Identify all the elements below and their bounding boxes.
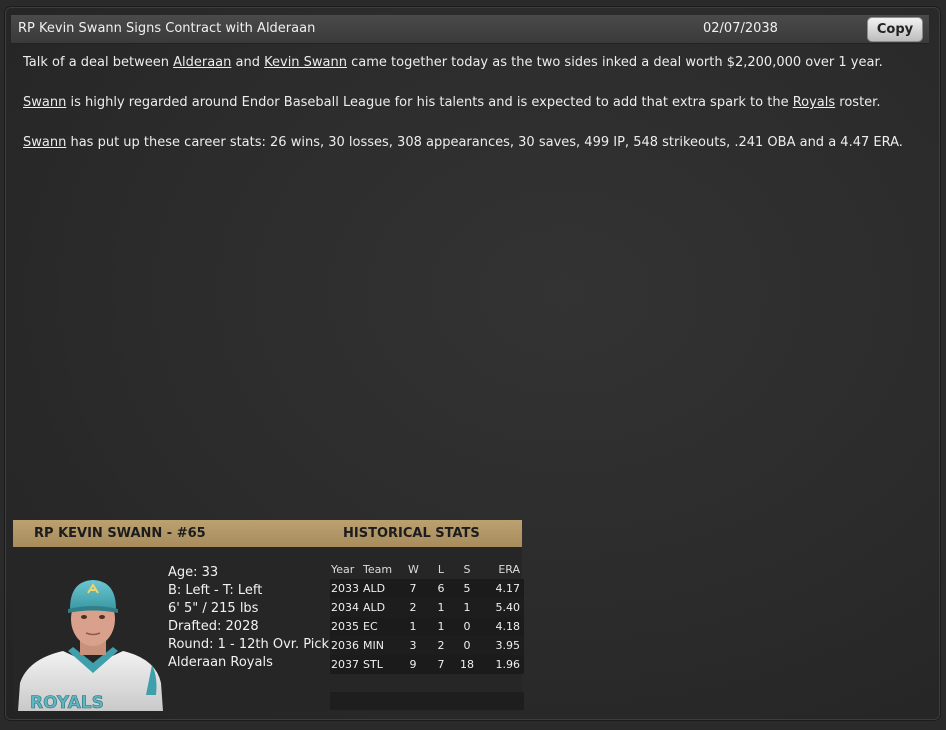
stats-row: 2036 MIN 3 2 0 3.95 bbox=[330, 636, 524, 655]
stats-row: 2033 ALD 7 6 5 4.17 bbox=[330, 579, 524, 598]
player-card-header: RP KEVIN SWANN - #65 HISTORICAL STATS bbox=[13, 520, 522, 547]
text: roster. bbox=[835, 95, 881, 110]
bio-drafted: Drafted: 2028 bbox=[168, 619, 259, 634]
cell-team: STL bbox=[363, 658, 383, 671]
stats-row: 2034 ALD 2 1 1 5.40 bbox=[330, 598, 524, 617]
article-paragraph-3: Swann has put up these career stats: 26 … bbox=[23, 133, 913, 153]
stats-header-row: Year Team W L S ERA bbox=[330, 560, 524, 579]
player-bio: Age: 33 B: Left - T: Left 6' 5" / 215 lb… bbox=[168, 564, 329, 672]
cell-losses: 7 bbox=[437, 658, 445, 671]
cell-year: 2033 bbox=[331, 582, 359, 595]
player-portrait[interactable]: ROYALS bbox=[18, 555, 163, 713]
bio-team: Alderaan Royals bbox=[168, 655, 273, 670]
stats-footer-bar bbox=[330, 692, 524, 710]
news-window: RP Kevin Swann Signs Contract with Alder… bbox=[5, 7, 940, 720]
article-paragraph-2: Swann is highly regarded around Endor Ba… bbox=[23, 93, 913, 113]
player-photo-icon: ROYALS bbox=[18, 580, 163, 713]
bio-height-weight: 6' 5" / 215 lbs bbox=[168, 601, 259, 616]
text: and bbox=[231, 55, 265, 70]
stats-row: 2035 EC 1 1 0 4.18 bbox=[330, 617, 524, 636]
title-bar: RP Kevin Swann Signs Contract with Alder… bbox=[11, 15, 929, 44]
article-date: 02/07/2038 bbox=[703, 21, 778, 36]
cell-era: 4.17 bbox=[495, 582, 521, 595]
cell-wins: 9 bbox=[409, 658, 417, 671]
article-body: Talk of a deal between Alderaan and Kevi… bbox=[23, 53, 913, 173]
copy-button[interactable]: Copy bbox=[867, 17, 923, 42]
team-link-alderaan[interactable]: Alderaan bbox=[173, 55, 231, 70]
cell-wins: 7 bbox=[409, 582, 417, 595]
cell-year: 2034 bbox=[331, 601, 359, 614]
cell-era: 1.96 bbox=[495, 658, 521, 671]
stats-row: 2037 STL 9 7 18 1.96 bbox=[330, 655, 524, 674]
cell-losses: 6 bbox=[437, 582, 445, 595]
cell-year: 2035 bbox=[331, 620, 359, 633]
cell-team: MIN bbox=[363, 639, 384, 652]
cell-era: 4.18 bbox=[495, 620, 521, 633]
historical-stats-table: Year Team W L S ERA 2033 ALD 7 6 5 4.17 … bbox=[330, 560, 524, 674]
text: has put up these career stats: 26 wins, … bbox=[66, 135, 903, 150]
team-link-royals[interactable]: Royals bbox=[793, 95, 835, 110]
cell-saves: 5 bbox=[463, 582, 471, 595]
cell-year: 2037 bbox=[331, 658, 359, 671]
article-title: RP Kevin Swann Signs Contract with Alder… bbox=[18, 21, 316, 36]
col-year: Year bbox=[331, 563, 355, 576]
cell-saves: 18 bbox=[460, 658, 474, 671]
cell-wins: 2 bbox=[409, 601, 417, 614]
historical-stats-title: HISTORICAL STATS bbox=[343, 526, 480, 541]
cell-era: 5.40 bbox=[495, 601, 521, 614]
cell-saves: 0 bbox=[463, 639, 471, 652]
col-team: Team bbox=[363, 563, 393, 576]
cell-team: EC bbox=[363, 620, 378, 633]
cell-saves: 1 bbox=[463, 601, 471, 614]
cell-losses: 1 bbox=[437, 601, 445, 614]
player-link-swann[interactable]: Swann bbox=[23, 95, 66, 110]
player-card: RP KEVIN SWANN - #65 HISTORICAL STATS RO… bbox=[13, 520, 524, 713]
player-link-swann[interactable]: Swann bbox=[23, 135, 66, 150]
cell-wins: 3 bbox=[409, 639, 417, 652]
cell-era: 3.95 bbox=[495, 639, 521, 652]
jersey-lettering: ROYALS bbox=[30, 693, 104, 711]
col-era: ERA bbox=[498, 563, 520, 576]
col-wins: W bbox=[408, 563, 419, 576]
col-saves: S bbox=[463, 563, 471, 576]
cell-team: ALD bbox=[363, 582, 386, 595]
col-losses: L bbox=[437, 563, 445, 576]
bio-round: Round: 1 - 12th Ovr. Pick bbox=[168, 637, 330, 652]
text: is highly regarded around Endor Baseball… bbox=[66, 95, 793, 110]
bio-bats-throws: B: Left - T: Left bbox=[168, 583, 263, 598]
article-paragraph-1: Talk of a deal between Alderaan and Kevi… bbox=[23, 53, 913, 73]
cell-wins: 1 bbox=[409, 620, 417, 633]
cell-saves: 0 bbox=[463, 620, 471, 633]
cell-losses: 1 bbox=[437, 620, 445, 633]
cell-year: 2036 bbox=[331, 639, 359, 652]
text: came together today as the two sides ink… bbox=[347, 55, 883, 70]
player-card-name: RP KEVIN SWANN - #65 bbox=[34, 526, 206, 541]
text: Talk of a deal between bbox=[23, 55, 174, 70]
bio-age: Age: 33 bbox=[168, 565, 219, 580]
player-link-kevin-swann[interactable]: Kevin Swann bbox=[264, 55, 347, 70]
cell-losses: 2 bbox=[437, 639, 445, 652]
cell-team: ALD bbox=[363, 601, 386, 614]
